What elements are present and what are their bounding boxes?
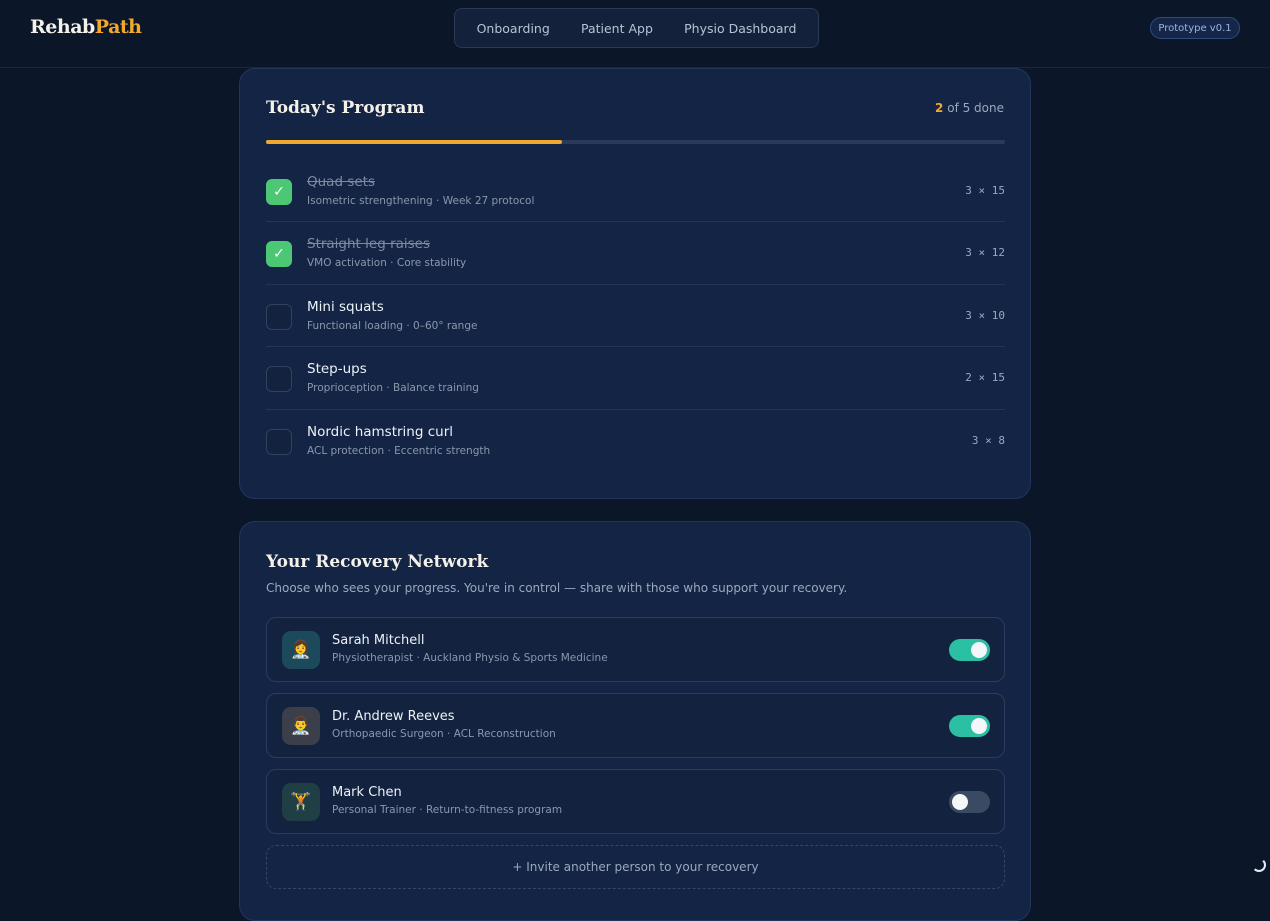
recovery-network-card: Your Recovery Network Choose who sees yo… — [239, 521, 1031, 921]
exercise-detail: ACL protection · Eccentric strength — [307, 444, 491, 457]
top-bar: RehabPath Onboarding Patient App Physio … — [0, 0, 1270, 68]
toggle-knob — [952, 794, 968, 810]
logo-text-primary: Rehab — [30, 16, 95, 38]
exercise-row: Nordic hamstring curl ACL protection · E… — [266, 410, 1005, 472]
network-person-row: 👨‍⚕️ Dr. Andrew Reeves Orthopaedic Surge… — [266, 693, 1005, 758]
nav-onboarding[interactable]: Onboarding — [477, 21, 550, 36]
exercise-list: ✓ Quad sets Isometric strengthening · We… — [266, 160, 1005, 472]
logo-text-accent: Path — [94, 16, 142, 38]
nav-physio-dashboard[interactable]: Physio Dashboard — [684, 21, 796, 36]
person-name: Mark Chen — [332, 785, 402, 800]
toggle-knob — [971, 718, 987, 734]
exercise-name: Step-ups — [307, 361, 367, 378]
todays-program-card: Today's Program 2 of 5 done ✓ Quad sets … — [239, 68, 1031, 499]
done-counter: 2 of 5 done — [935, 101, 1004, 115]
person-avatar: 👨‍⚕️ — [282, 707, 320, 745]
person-name: Sarah Mitchell — [332, 633, 425, 648]
exercise-name: Quad sets — [307, 174, 375, 190]
exercise-checkbox[interactable] — [266, 366, 292, 393]
exercise-checkbox[interactable]: ✓ — [266, 241, 292, 268]
person-role: Personal Trainer · Return-to-fitness pro… — [332, 804, 563, 816]
logo[interactable]: RehabPath — [30, 16, 142, 38]
version-badge: Prototype v0.1 — [1150, 17, 1240, 39]
exercise-sets: 3 × 15 — [965, 184, 1005, 197]
network-title: Your Recovery Network — [266, 552, 489, 572]
network-description: Choose who sees your progress. You're in… — [266, 581, 848, 595]
exercise-name: Straight leg raises — [307, 236, 431, 253]
person-role: Physiotherapist · Auckland Physio & Spor… — [332, 652, 608, 664]
person-avatar: 👩‍⚕️ — [282, 631, 320, 669]
exercise-row: ✓ Straight leg raises VMO activation · C… — [266, 222, 1005, 285]
person-name: Dr. Andrew Reeves — [332, 709, 455, 724]
exercise-detail: Functional loading · 0–60° range — [307, 319, 478, 332]
exercise-sets: 2 × 15 — [965, 371, 1005, 385]
program-title: Today's Program — [266, 98, 425, 118]
network-person-row: 👩‍⚕️ Sarah Mitchell Physiotherapist · Au… — [266, 617, 1005, 682]
exercise-checkbox[interactable] — [266, 303, 292, 330]
done-suffix: of 5 done — [943, 101, 1004, 115]
person-avatar: 🏋️ — [282, 783, 320, 821]
exercise-checkbox[interactable] — [266, 428, 292, 455]
exercise-row: Mini squats Functional loading · 0–60° r… — [266, 285, 1005, 348]
exercise-detail: VMO activation · Core stability — [307, 257, 467, 270]
person-role: Orthopaedic Surgeon · ACL Reconstruction — [332, 728, 556, 740]
exercise-name: Mini squats — [307, 298, 384, 315]
exercise-checkbox[interactable]: ✓ — [266, 179, 292, 205]
exercise-detail: Isometric strengthening · Week 27 protoc… — [307, 195, 535, 207]
network-person-row: 🏋️ Mark Chen Personal Trainer · Return-t… — [266, 769, 1005, 834]
share-toggle[interactable] — [949, 639, 990, 661]
invite-person-button[interactable]: + Invite another person to your recovery — [266, 845, 1005, 889]
progress-fill — [266, 140, 562, 144]
share-toggle[interactable] — [949, 715, 990, 737]
loading-spinner-icon — [1252, 858, 1266, 872]
exercise-row: ✓ Quad sets Isometric strengthening · We… — [266, 160, 1005, 223]
exercise-row: Step-ups Proprioception · Balance traini… — [266, 347, 1005, 410]
exercise-sets: 3 × 10 — [965, 308, 1005, 322]
exercise-sets: 3 × 8 — [971, 433, 1005, 447]
main-nav: Onboarding Patient App Physio Dashboard — [454, 8, 819, 48]
toggle-knob — [971, 642, 987, 658]
exercise-detail: Proprioception · Balance training — [307, 382, 479, 395]
exercise-sets: 3 × 12 — [965, 246, 1005, 260]
program-progress-bar — [266, 140, 1005, 144]
exercise-name: Nordic hamstring curl — [307, 423, 454, 440]
share-toggle[interactable] — [949, 791, 990, 813]
nav-patient-app[interactable]: Patient App — [581, 21, 653, 36]
